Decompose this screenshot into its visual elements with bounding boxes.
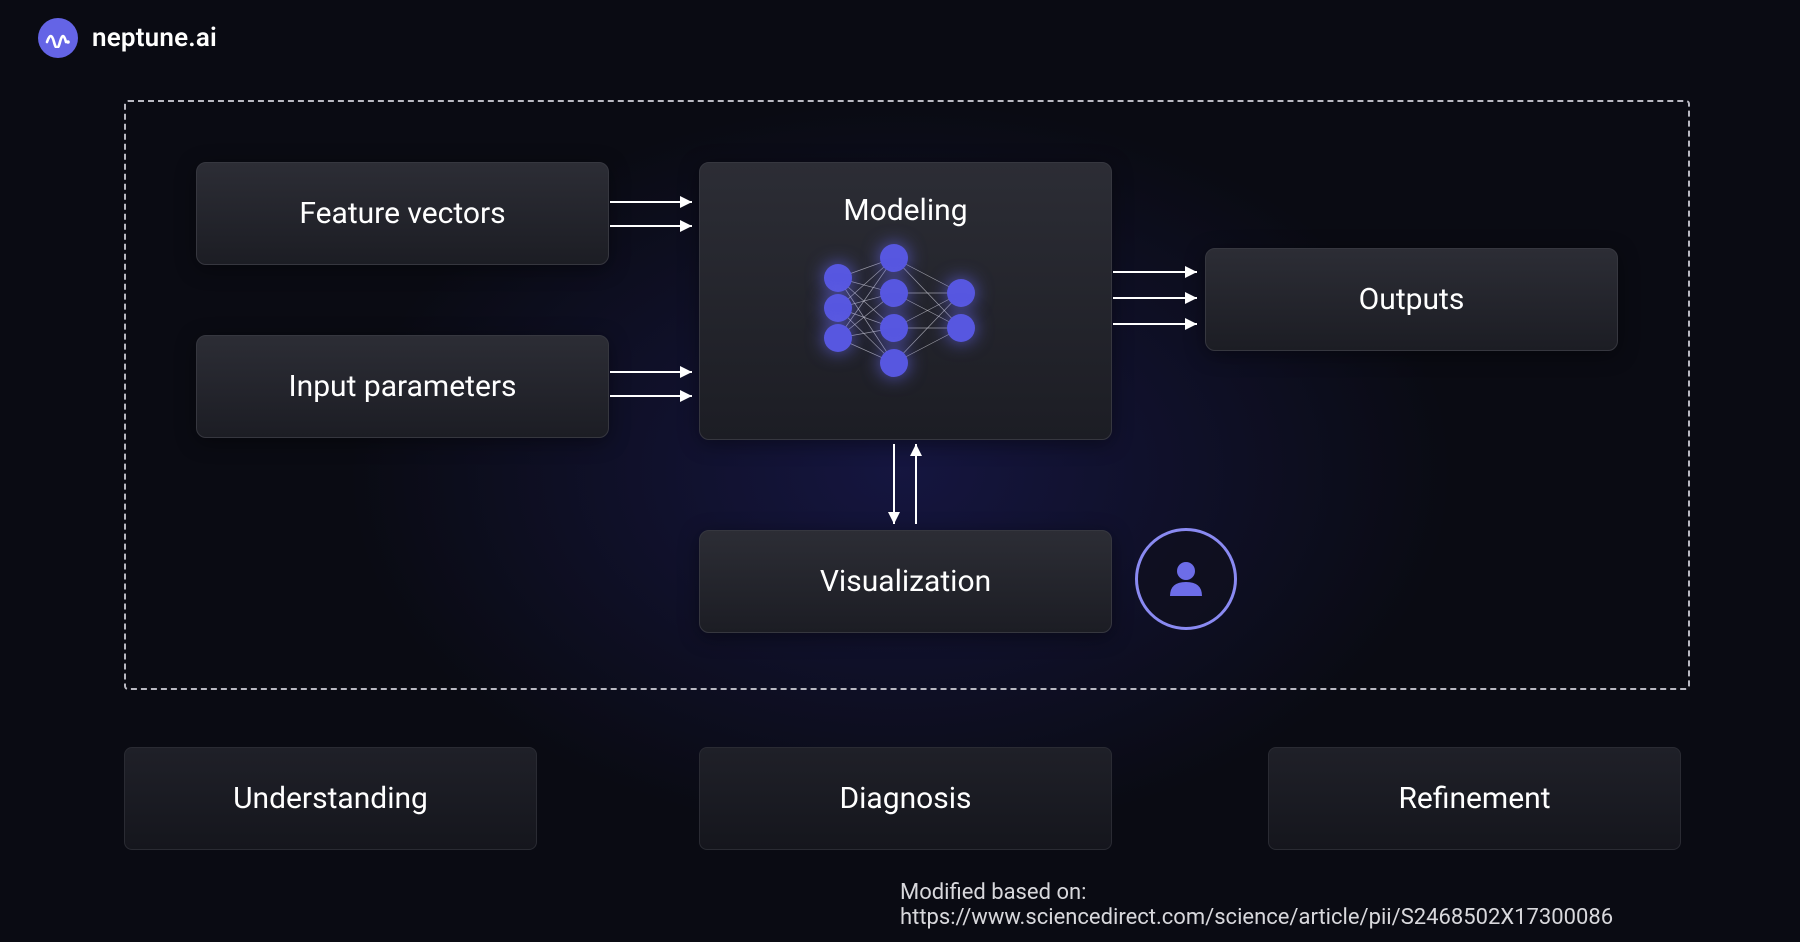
node-input-parameters: Input parameters — [196, 335, 609, 438]
citation-text: Modified based on: https://www.sciencedi… — [900, 880, 1800, 930]
arrow-fv-modeling — [610, 192, 700, 242]
node-label: Feature vectors — [299, 196, 505, 231]
node-outputs: Outputs — [1205, 248, 1618, 351]
node-label: Visualization — [820, 564, 991, 599]
bottom-refinement: Refinement — [1268, 747, 1681, 850]
node-label: Input parameters — [288, 369, 516, 404]
logo-icon — [38, 18, 78, 58]
brand-name: neptune.ai — [92, 23, 217, 53]
node-feature-vectors: Feature vectors — [196, 162, 609, 265]
bottom-understanding: Understanding — [124, 747, 537, 850]
neural-network-icon — [806, 248, 1006, 398]
brand-logo: neptune.ai — [38, 18, 217, 58]
node-label: Modeling — [843, 193, 967, 228]
node-label: Outputs — [1359, 282, 1465, 317]
node-modeling: Modeling — [699, 162, 1112, 440]
user-icon — [1135, 528, 1237, 630]
bottom-label: Refinement — [1398, 781, 1550, 816]
bottom-label: Understanding — [233, 781, 428, 816]
node-visualization: Visualization — [699, 530, 1112, 633]
bottom-diagnosis: Diagnosis — [699, 747, 1112, 850]
arrow-modeling-outputs — [1113, 262, 1205, 342]
arrow-ip-modeling — [610, 362, 700, 412]
arrow-modeling-visualization — [886, 440, 926, 532]
bottom-label: Diagnosis — [839, 781, 971, 816]
